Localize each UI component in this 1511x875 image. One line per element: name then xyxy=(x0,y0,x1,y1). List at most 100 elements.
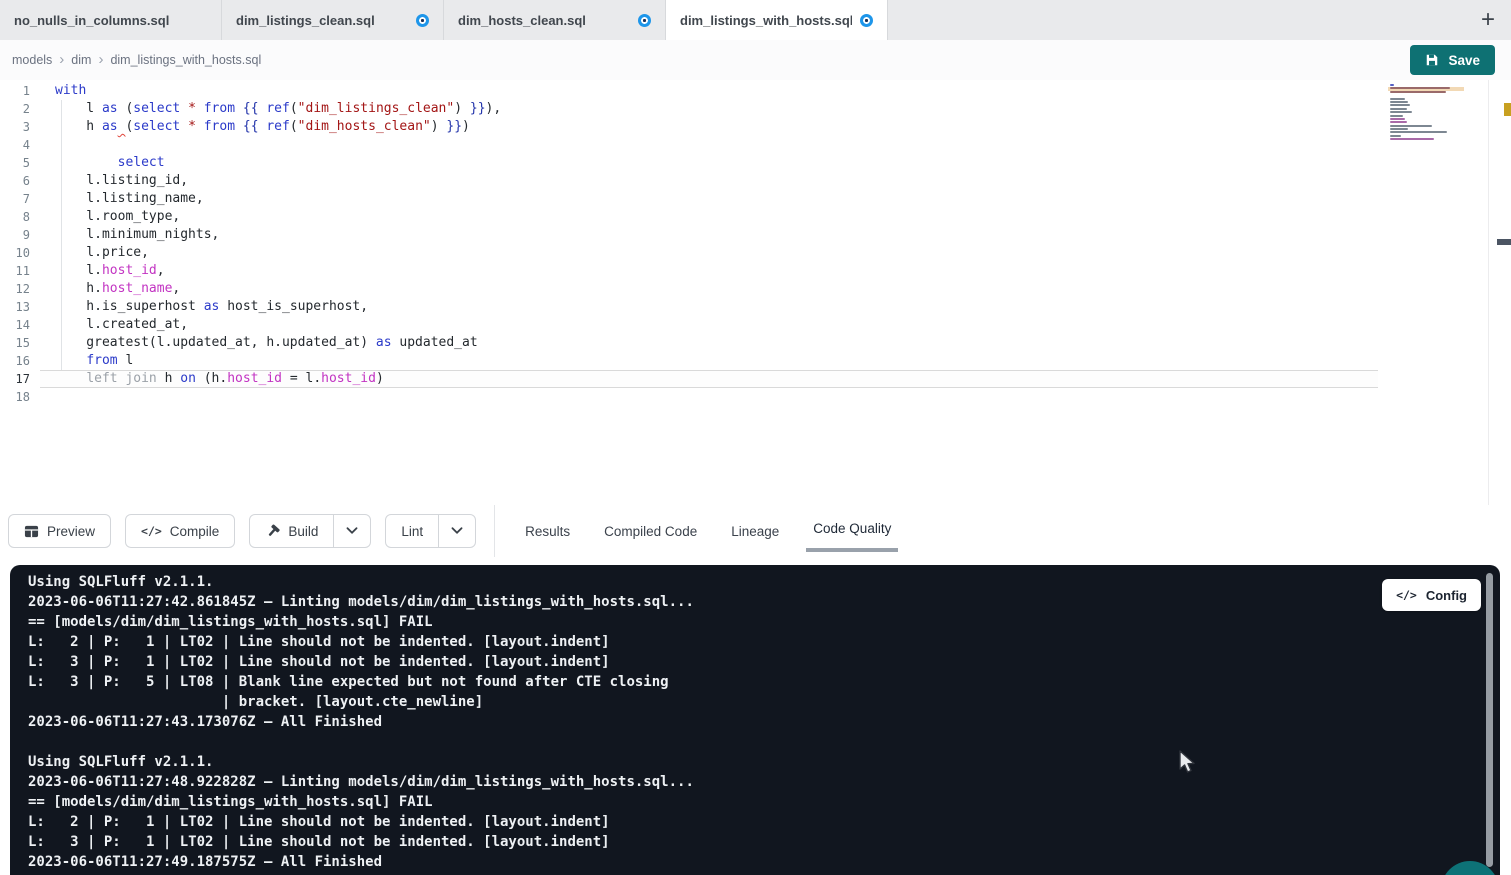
code-line[interactable]: greatest(l.updated_at, h.updated_at) as … xyxy=(40,334,1378,352)
terminal-output: Using SQLFluff v2.1.1. 2023-06-06T11:27:4… xyxy=(28,572,1500,872)
code-line[interactable]: l.created_at, xyxy=(40,316,1378,334)
code-editor[interactable]: 123456789101112131415161718 with l as (s… xyxy=(0,80,1511,505)
save-button[interactable]: Save xyxy=(1410,45,1495,75)
line-number: 6 xyxy=(0,172,30,190)
minimap-line xyxy=(1390,118,1405,120)
minimap-line xyxy=(1390,101,1408,103)
line-number: 17 xyxy=(0,370,30,388)
line-number: 3 xyxy=(0,118,30,136)
terminal-line: Using SQLFluff v2.1.1. xyxy=(28,572,1500,592)
file-tab[interactable]: dim_listings_with_hosts.sql xyxy=(666,0,888,40)
terminal-line: 2023-06-06T11:27:48.922828Z — Linting mo… xyxy=(28,772,1500,792)
minimap-line xyxy=(1390,125,1432,127)
unsaved-dot-icon xyxy=(638,14,651,27)
breadcrumb-item[interactable]: dim xyxy=(71,53,91,67)
code-line[interactable]: l.price, xyxy=(40,244,1378,262)
floppy-disk-icon xyxy=(1425,53,1439,67)
new-tab-button[interactable]: + xyxy=(1471,0,1505,40)
terminal-line: == [models/dim/dim_listings_with_hosts.s… xyxy=(28,612,1500,632)
line-number: 4 xyxy=(0,136,30,154)
result-tab-label: Lineage xyxy=(731,524,779,539)
file-tab-label: no_nulls_in_columns.sql xyxy=(14,13,169,28)
preview-button[interactable]: Preview xyxy=(8,514,111,548)
code-line[interactable]: l.room_type, xyxy=(40,208,1378,226)
code-line[interactable] xyxy=(40,388,1378,406)
terminal-line: 2023-06-06T11:27:49.187575Z — All Finish… xyxy=(28,852,1500,872)
line-number: 1 xyxy=(0,82,30,100)
code-icon: </> xyxy=(1396,588,1417,602)
minimap-line xyxy=(1390,108,1407,110)
code-line[interactable]: from l xyxy=(40,352,1378,370)
minimap-line xyxy=(1390,104,1410,106)
breadcrumb-item[interactable]: models xyxy=(12,53,52,67)
result-tab-compiled-code[interactable]: Compiled Code xyxy=(604,505,697,557)
lint-dropdown-button[interactable] xyxy=(438,515,475,547)
line-number: 2 xyxy=(0,100,30,118)
minimap-line xyxy=(1390,128,1408,130)
code-line[interactable]: l.minimum_nights, xyxy=(40,226,1378,244)
breadcrumb: models›dim›dim_listings_with_hosts.sql xyxy=(12,51,261,69)
lint-button[interactable]: Lint xyxy=(385,514,476,548)
editor-gutter: 123456789101112131415161718 xyxy=(0,82,30,406)
file-tab[interactable]: dim_listings_clean.sql xyxy=(222,0,444,40)
build-button[interactable]: Build xyxy=(249,514,371,548)
line-number: 10 xyxy=(0,244,30,262)
hammer-icon xyxy=(265,524,280,539)
minimap-line xyxy=(1390,138,1434,140)
minimap-line xyxy=(1390,111,1412,113)
result-tab-label: Compiled Code xyxy=(604,524,697,539)
result-tab-label: Results xyxy=(525,524,570,539)
file-tab-label: dim_hosts_clean.sql xyxy=(458,13,586,28)
toolbar-divider xyxy=(494,505,495,557)
line-number: 5 xyxy=(0,154,30,172)
file-tab[interactable]: dim_hosts_clean.sql xyxy=(444,0,666,40)
result-tab-lineage[interactable]: Lineage xyxy=(731,505,779,557)
terminal-line xyxy=(28,732,1500,752)
terminal-line: L: 3 | P: 1 | LT02 | Line should not be … xyxy=(28,832,1500,852)
code-line[interactable]: l as (select * from {{ ref("dim_listings… xyxy=(40,100,1378,118)
code-line[interactable]: h.is_superhost as host_is_superhost, xyxy=(40,298,1378,316)
action-toolbar: Preview </>Compile Build Lint Results Compil… xyxy=(0,505,1511,557)
chevron-down-icon xyxy=(451,527,463,535)
preview-button-label: Preview xyxy=(47,524,95,539)
plus-icon: + xyxy=(1481,6,1495,34)
config-button-label: Config xyxy=(1426,588,1467,603)
breadcrumb-bar: models›dim›dim_listings_with_hosts.sql S… xyxy=(0,40,1511,80)
code-area[interactable]: with l as (select * from {{ ref("dim_lis… xyxy=(40,82,1378,406)
file-tab[interactable]: no_nulls_in_columns.sql xyxy=(0,0,222,40)
result-tabs: Results Compiled Code Lineage Code Quality xyxy=(525,505,891,557)
terminal-line: L: 2 | P: 1 | LT02 | Line should not be … xyxy=(28,632,1500,652)
line-number: 7 xyxy=(0,190,30,208)
line-number: 15 xyxy=(0,334,30,352)
unsaved-dot-icon xyxy=(416,14,429,27)
code-line[interactable]: l.listing_id, xyxy=(40,172,1378,190)
compile-button[interactable]: </>Compile xyxy=(125,514,235,548)
result-tab-code-quality[interactable]: Code Quality xyxy=(813,505,891,557)
config-button[interactable]: </> Config xyxy=(1382,579,1481,611)
code-line[interactable] xyxy=(40,136,1378,154)
compile-button-label: Compile xyxy=(170,524,220,539)
minimap-line xyxy=(1390,121,1407,123)
chevron-down-icon xyxy=(346,527,358,535)
code-line[interactable]: with xyxy=(40,82,1378,100)
code-line[interactable]: left join h on (h.host_id = l.host_id) xyxy=(40,370,1378,388)
result-tab-results[interactable]: Results xyxy=(525,505,570,557)
code-line[interactable]: l.listing_name, xyxy=(40,190,1378,208)
minimap[interactable] xyxy=(1390,84,1462,150)
mouse-cursor xyxy=(1178,750,1197,776)
line-number: 9 xyxy=(0,226,30,244)
file-tab-label: dim_listings_clean.sql xyxy=(236,13,375,28)
code-line[interactable]: h as (select * from {{ ref("dim_hosts_cl… xyxy=(40,118,1378,136)
chevron-separator-icon: › xyxy=(98,51,103,68)
unsaved-dot-icon xyxy=(860,14,873,27)
table-grid-icon xyxy=(24,524,39,539)
build-dropdown-button[interactable] xyxy=(333,515,370,547)
breadcrumb-item[interactable]: dim_listings_with_hosts.sql xyxy=(110,53,261,67)
code-line[interactable]: l.host_id, xyxy=(40,262,1378,280)
code-line[interactable]: h.host_name, xyxy=(40,280,1378,298)
minimap-line xyxy=(1390,131,1447,133)
terminal-line: L: 3 | P: 5 | LT08 | Blank line expected… xyxy=(28,672,1500,692)
code-line[interactable]: select xyxy=(40,154,1378,172)
terminal-line: 2023-06-06T11:27:43.173076Z — All Finish… xyxy=(28,712,1500,732)
terminal-scrollbar[interactable] xyxy=(1486,573,1493,867)
